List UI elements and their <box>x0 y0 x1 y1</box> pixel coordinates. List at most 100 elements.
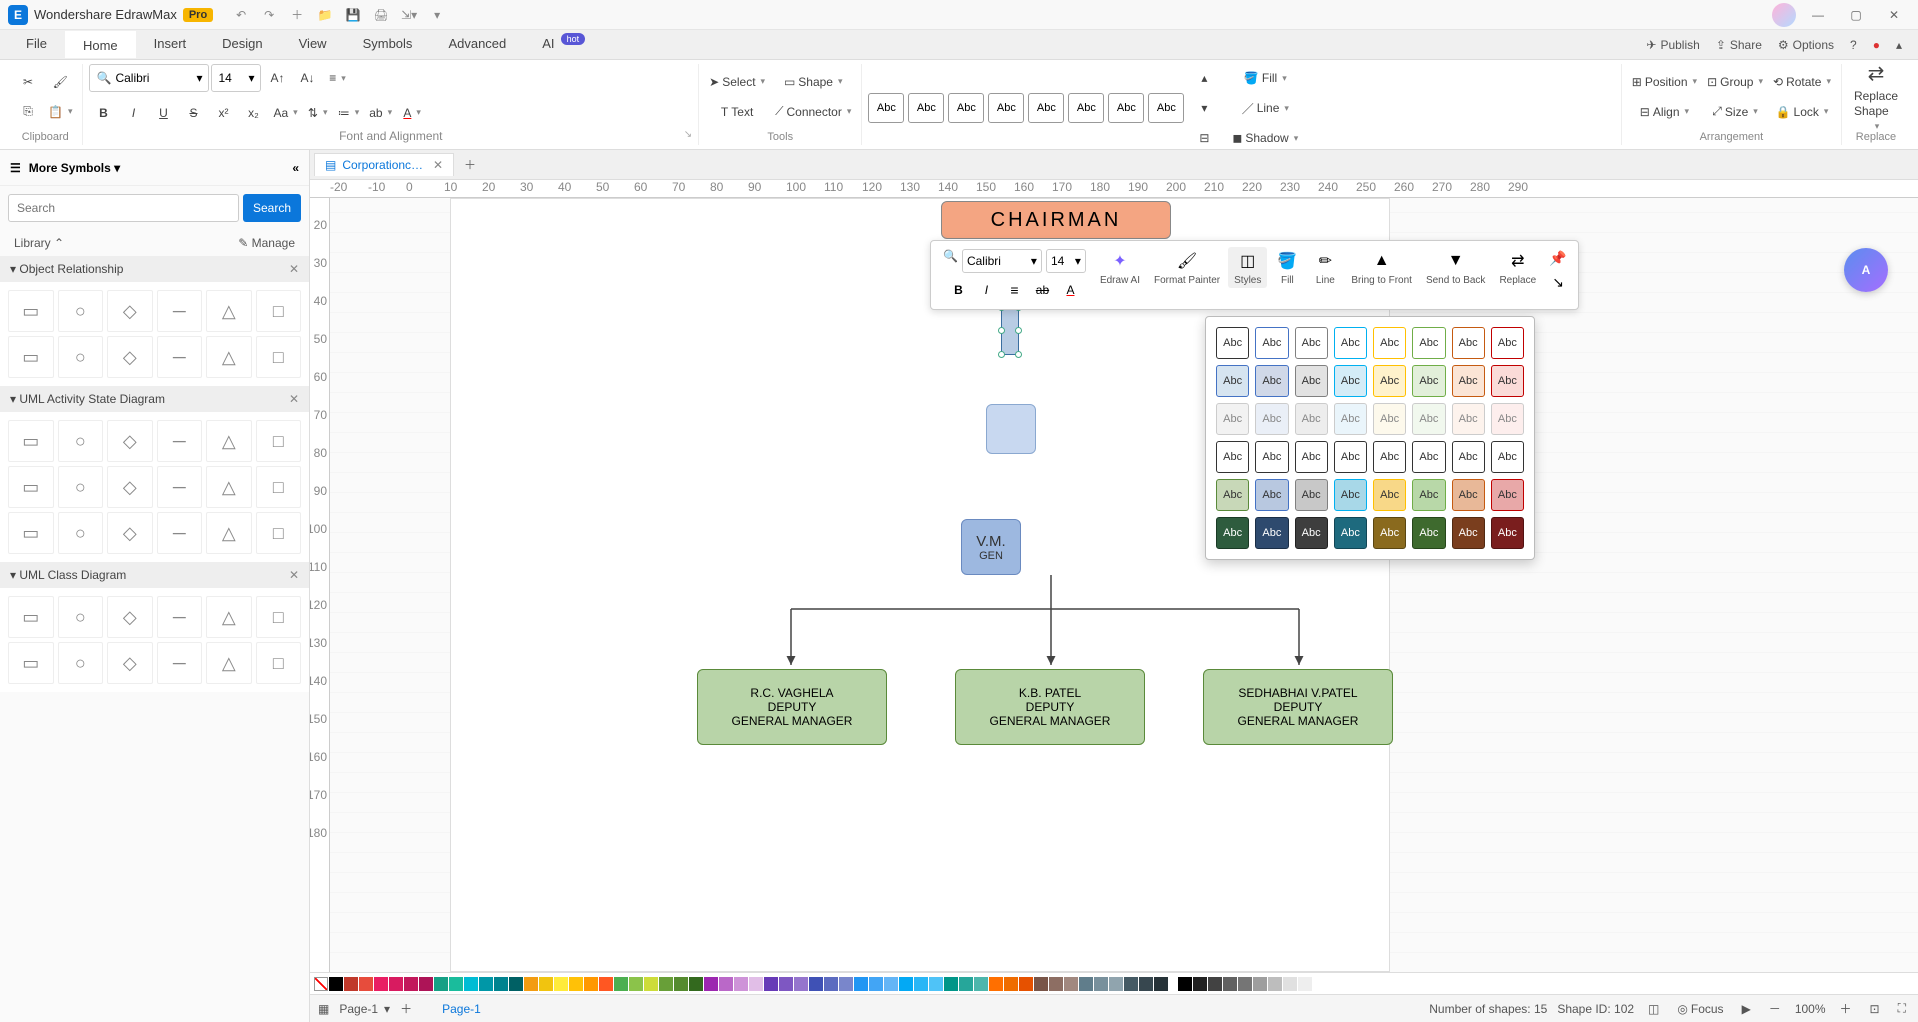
shape-thumbnail[interactable]: △ <box>206 512 252 554</box>
color-swatch[interactable] <box>974 977 988 991</box>
publish-button[interactable]: ✈Publish <box>1638 34 1707 56</box>
style-option[interactable]: Abc <box>1373 327 1406 359</box>
section-close[interactable]: ✕ <box>289 568 299 582</box>
color-swatch[interactable] <box>509 977 523 991</box>
style-option[interactable]: Abc <box>1373 403 1406 435</box>
shape-thumbnail[interactable]: ○ <box>58 290 104 332</box>
manage-button[interactable]: ✎ Manage <box>238 236 295 250</box>
float-pin[interactable]: 📌 <box>1546 247 1570 269</box>
style-option[interactable]: Abc <box>1452 479 1485 511</box>
deputy-box-3[interactable]: SEDHABHAI V.PATEL DEPUTY GENERAL MANAGER <box>1203 669 1393 745</box>
style-swatch[interactable]: Abc <box>1108 93 1144 123</box>
shape-thumbnail[interactable]: ▭ <box>8 466 54 508</box>
float-font-select[interactable]: Calibri▾ <box>962 249 1042 273</box>
color-swatch[interactable] <box>404 977 418 991</box>
italic-button[interactable]: I <box>119 99 147 127</box>
section-close[interactable]: ✕ <box>289 262 299 276</box>
qa-more-button[interactable]: ▾ <box>425 3 449 27</box>
shape-thumbnail[interactable]: ○ <box>58 596 104 638</box>
shape-thumbnail[interactable]: ─ <box>157 642 203 684</box>
shape-thumbnail[interactable]: ─ <box>157 290 203 332</box>
style-option[interactable]: Abc <box>1412 365 1445 397</box>
style-option[interactable]: Abc <box>1491 517 1524 549</box>
style-option[interactable]: Abc <box>1295 365 1328 397</box>
style-option[interactable]: Abc <box>1255 479 1288 511</box>
style-option[interactable]: Abc <box>1334 479 1367 511</box>
shape-thumbnail[interactable]: ◇ <box>107 290 153 332</box>
align-button[interactable]: ⊟Align <box>1628 98 1701 126</box>
color-swatch[interactable] <box>959 977 973 991</box>
gray-swatch[interactable] <box>1178 977 1192 991</box>
style-swatch[interactable]: Abc <box>1028 93 1064 123</box>
style-option[interactable]: Abc <box>1452 327 1485 359</box>
save-button[interactable]: 💾 <box>341 3 365 27</box>
position-button[interactable]: ⊞Position <box>1628 68 1701 96</box>
style-option[interactable]: Abc <box>1412 441 1445 473</box>
style-option[interactable]: Abc <box>1334 365 1367 397</box>
color-swatch[interactable] <box>494 977 508 991</box>
highlight-button[interactable]: ab <box>365 99 396 127</box>
float-size-select[interactable]: 14▾ <box>1046 249 1086 273</box>
options-button[interactable]: ⚙Options <box>1770 34 1842 56</box>
canvas-scroll[interactable]: 2030405060708090100110120130140150160170… <box>310 198 1918 972</box>
style-option[interactable]: Abc <box>1491 365 1524 397</box>
color-swatch[interactable] <box>899 977 913 991</box>
gray-swatch[interactable] <box>1253 977 1267 991</box>
gray-swatch[interactable] <box>1313 977 1327 991</box>
color-swatch[interactable] <box>794 977 808 991</box>
float-line[interactable]: ✏Line <box>1307 247 1343 288</box>
shape-thumbnail[interactable]: △ <box>206 336 252 378</box>
line-button[interactable]: ／Line <box>1228 94 1302 122</box>
style-option[interactable]: Abc <box>1412 479 1445 511</box>
style-option[interactable]: Abc <box>1412 403 1445 435</box>
vm-box[interactable]: V.M. GEN <box>961 519 1021 575</box>
style-option[interactable]: Abc <box>1295 441 1328 473</box>
shape-thumbnail[interactable]: ○ <box>58 420 104 462</box>
shape-thumbnail[interactable]: △ <box>206 466 252 508</box>
style-option[interactable]: Abc <box>1216 365 1249 397</box>
underline-button[interactable]: U <box>149 99 177 127</box>
color-swatch[interactable] <box>644 977 658 991</box>
color-swatch[interactable] <box>944 977 958 991</box>
shape-thumbnail[interactable]: △ <box>206 642 252 684</box>
shape-thumbnail[interactable]: ◇ <box>107 336 153 378</box>
shape-thumbnail[interactable]: □ <box>256 512 302 554</box>
text-tool[interactable]: TText <box>705 98 769 126</box>
color-swatch[interactable] <box>704 977 718 991</box>
page-tab[interactable]: Page-1 <box>442 1002 481 1016</box>
library-label[interactable]: Library ⌃ <box>14 236 64 250</box>
color-swatch[interactable] <box>374 977 388 991</box>
style-option[interactable]: Abc <box>1491 327 1524 359</box>
color-swatch[interactable] <box>929 977 943 991</box>
color-swatch[interactable] <box>554 977 568 991</box>
notification-button[interactable]: ● <box>1865 34 1888 56</box>
align-text-button[interactable]: ≡ <box>323 64 351 92</box>
shape-thumbnail[interactable]: ◇ <box>107 512 153 554</box>
add-tab-button[interactable]: ＋ <box>458 153 482 177</box>
color-swatch[interactable] <box>1109 977 1123 991</box>
style-option[interactable]: Abc <box>1334 327 1367 359</box>
shape-thumbnail[interactable]: □ <box>256 466 302 508</box>
select-tool[interactable]: ➤Select <box>705 68 769 96</box>
color-swatch[interactable] <box>629 977 643 991</box>
style-swatch[interactable]: Abc <box>908 93 944 123</box>
shape-thumbnail[interactable]: ◇ <box>107 466 153 508</box>
float-expand[interactable]: ↘ <box>1546 271 1570 293</box>
color-swatch[interactable] <box>824 977 838 991</box>
style-option[interactable]: Abc <box>1334 441 1367 473</box>
color-swatch[interactable] <box>719 977 733 991</box>
shape-thumbnail[interactable]: ◇ <box>107 596 153 638</box>
style-option[interactable]: Abc <box>1216 327 1249 359</box>
replace-shape-button[interactable]: ⇄ Replace Shape <box>1848 67 1904 127</box>
shape-thumbnail[interactable]: △ <box>206 290 252 332</box>
color-swatch[interactable] <box>1049 977 1063 991</box>
page-grid-icon[interactable]: ▦ <box>318 1002 329 1016</box>
shape-thumbnail[interactable]: ▭ <box>8 642 54 684</box>
color-swatch[interactable] <box>854 977 868 991</box>
color-swatch[interactable] <box>1094 977 1108 991</box>
presentation-button[interactable]: ▶ <box>1738 1000 1755 1018</box>
style-option[interactable]: Abc <box>1216 517 1249 549</box>
bullets-button[interactable]: ≔ <box>334 99 364 127</box>
section-close[interactable]: ✕ <box>289 392 299 406</box>
style-option[interactable]: Abc <box>1295 479 1328 511</box>
